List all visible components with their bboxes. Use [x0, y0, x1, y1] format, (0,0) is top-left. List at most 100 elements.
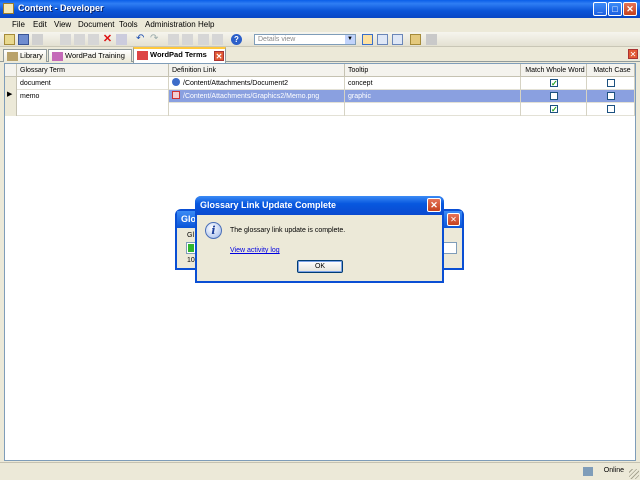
glossary-icon	[137, 51, 148, 60]
match-case-checkbox[interactable]	[607, 79, 615, 87]
view-list-icon[interactable]	[377, 34, 388, 45]
menu-view[interactable]: View	[54, 20, 71, 29]
image-file-icon	[172, 91, 180, 99]
menu-administration[interactable]: Administration	[145, 20, 196, 29]
cell-term[interactable]: document	[17, 77, 169, 90]
progress-fill	[188, 244, 194, 252]
redo-icon[interactable]: ↷	[150, 34, 161, 45]
progress-percent: 10	[187, 257, 195, 264]
toolbar-icon[interactable]	[198, 34, 209, 45]
toolbar-icon[interactable]	[212, 34, 223, 45]
dialog-message: The glossary link update is complete.	[230, 227, 346, 234]
toolbar: ✕ ↶ ↷ ? Details view ▼	[0, 32, 640, 47]
view-activity-log-link[interactable]: View activity log	[230, 247, 280, 254]
match-whole-word-checkbox[interactable]	[550, 77, 558, 90]
cell-link[interactable]: /Content/Attachments/Graphics2/Memo.png	[169, 90, 345, 103]
link-text: /Content/Attachments/Graphics2/Memo.png	[183, 93, 320, 100]
cell-match-case	[587, 103, 635, 116]
document-icon	[52, 52, 63, 61]
dialog-title: Glossary Link Update Complete	[195, 196, 444, 215]
menu-tools[interactable]: Tools	[119, 20, 138, 29]
tab-wordpad-terms[interactable]: WordPad Terms ✕	[133, 47, 226, 63]
cell-tooltip[interactable]: concept	[345, 77, 521, 90]
toolbar-icon[interactable]	[182, 34, 193, 45]
tab-label: Library	[20, 51, 43, 60]
copy-icon[interactable]	[74, 34, 85, 45]
grid-header: Glossary Term Definition Link Tooltip Ma…	[5, 64, 635, 77]
glossary-update-dialog: Glossary Link Update Complete ✕ i The gl…	[195, 196, 444, 283]
undo-icon[interactable]: ↶	[136, 34, 147, 45]
menu-bar: File Edit View Document Tools Administra…	[0, 18, 640, 32]
view-select[interactable]: Details view ▼	[254, 34, 356, 45]
cell-link[interactable]: /Content/Attachments/Document2	[169, 77, 345, 90]
close-icon[interactable]: ✕	[214, 51, 224, 61]
cell-match-case	[587, 90, 635, 103]
info-icon: i	[205, 222, 222, 239]
menu-help[interactable]: Help	[198, 20, 214, 29]
header-indicator	[5, 64, 17, 77]
cell-whole-word	[521, 90, 587, 103]
table-row[interactable]	[5, 103, 635, 116]
document-tabs: Library WordPad Training WordPad Terms ✕…	[0, 47, 640, 63]
title-bar[interactable]: Content - Developer _ □ ✕	[0, 0, 640, 18]
ok-button[interactable]: OK	[297, 260, 343, 273]
link-text: /Content/Attachments/Document2	[183, 80, 289, 87]
menu-file[interactable]: File	[12, 20, 25, 29]
cut-icon[interactable]	[60, 34, 71, 45]
chevron-down-icon[interactable]: ▼	[345, 35, 355, 44]
view-select-value: Details view	[258, 36, 296, 43]
column-header-tooltip[interactable]: Tooltip	[345, 64, 521, 77]
minimize-button[interactable]: _	[593, 2, 607, 16]
column-header-glossary-term[interactable]: Glossary Term	[17, 64, 169, 77]
cell-tooltip[interactable]	[345, 103, 521, 116]
match-whole-word-checkbox[interactable]	[550, 92, 558, 100]
match-case-checkbox[interactable]	[607, 105, 615, 113]
toolbar-icon[interactable]	[32, 34, 43, 45]
tab-label: WordPad Training	[65, 51, 125, 60]
dialog-close-button[interactable]: ✕	[427, 198, 441, 212]
view-columns-icon[interactable]	[392, 34, 403, 45]
close-icon[interactable]: ✕	[447, 213, 460, 226]
menu-document[interactable]: Document	[78, 20, 114, 29]
delete-icon[interactable]: ✕	[102, 34, 113, 45]
column-header-match-whole-word[interactable]: Match Whole Word	[521, 64, 587, 77]
view-details-icon[interactable]	[362, 34, 373, 45]
save-icon[interactable]	[18, 34, 29, 45]
maximize-button[interactable]: □	[608, 2, 622, 16]
cell-term[interactable]	[17, 103, 169, 116]
row-indicator[interactable]	[5, 103, 17, 116]
cell-term[interactable]: memo	[17, 90, 169, 103]
app-icon	[3, 3, 14, 14]
toolbar-icon[interactable]	[426, 34, 437, 45]
help-icon[interactable]: ?	[231, 34, 242, 45]
properties-icon[interactable]	[116, 34, 127, 45]
tab-library[interactable]: Library	[3, 49, 47, 62]
progress-label: Gl	[187, 232, 194, 239]
close-button[interactable]: ✕	[623, 2, 637, 16]
library-icon	[7, 52, 18, 61]
menu-edit[interactable]: Edit	[33, 20, 47, 29]
table-row[interactable]: ▶ memo /Content/Attachments/Graphics2/Me…	[5, 90, 635, 103]
open-icon[interactable]	[4, 34, 15, 45]
close-icon[interactable]: ✕	[628, 49, 638, 59]
current-row-arrow-icon: ▶	[7, 91, 13, 98]
column-header-definition-link[interactable]: Definition Link	[169, 64, 345, 77]
table-row[interactable]: document /Content/Attachments/Document2 …	[5, 77, 635, 90]
column-header-match-case[interactable]: Match Case	[587, 64, 635, 77]
match-case-checkbox[interactable]	[607, 92, 615, 100]
tab-wordpad-training[interactable]: WordPad Training	[48, 49, 132, 62]
cell-link[interactable]	[169, 103, 345, 116]
row-indicator[interactable]	[5, 77, 17, 90]
match-whole-word-checkbox[interactable]	[550, 103, 558, 116]
globe-icon	[172, 78, 180, 86]
folder-icon[interactable]	[410, 34, 421, 45]
toolbar-icon[interactable]	[168, 34, 179, 45]
status-bar: Online	[0, 462, 640, 480]
row-indicator[interactable]: ▶	[5, 90, 17, 103]
online-icon	[583, 467, 593, 476]
cell-tooltip[interactable]: graphic	[345, 90, 521, 103]
resize-grip[interactable]	[629, 469, 639, 479]
cell-match-case	[587, 77, 635, 90]
window-title: Content - Developer	[18, 3, 104, 13]
paste-icon[interactable]	[88, 34, 99, 45]
